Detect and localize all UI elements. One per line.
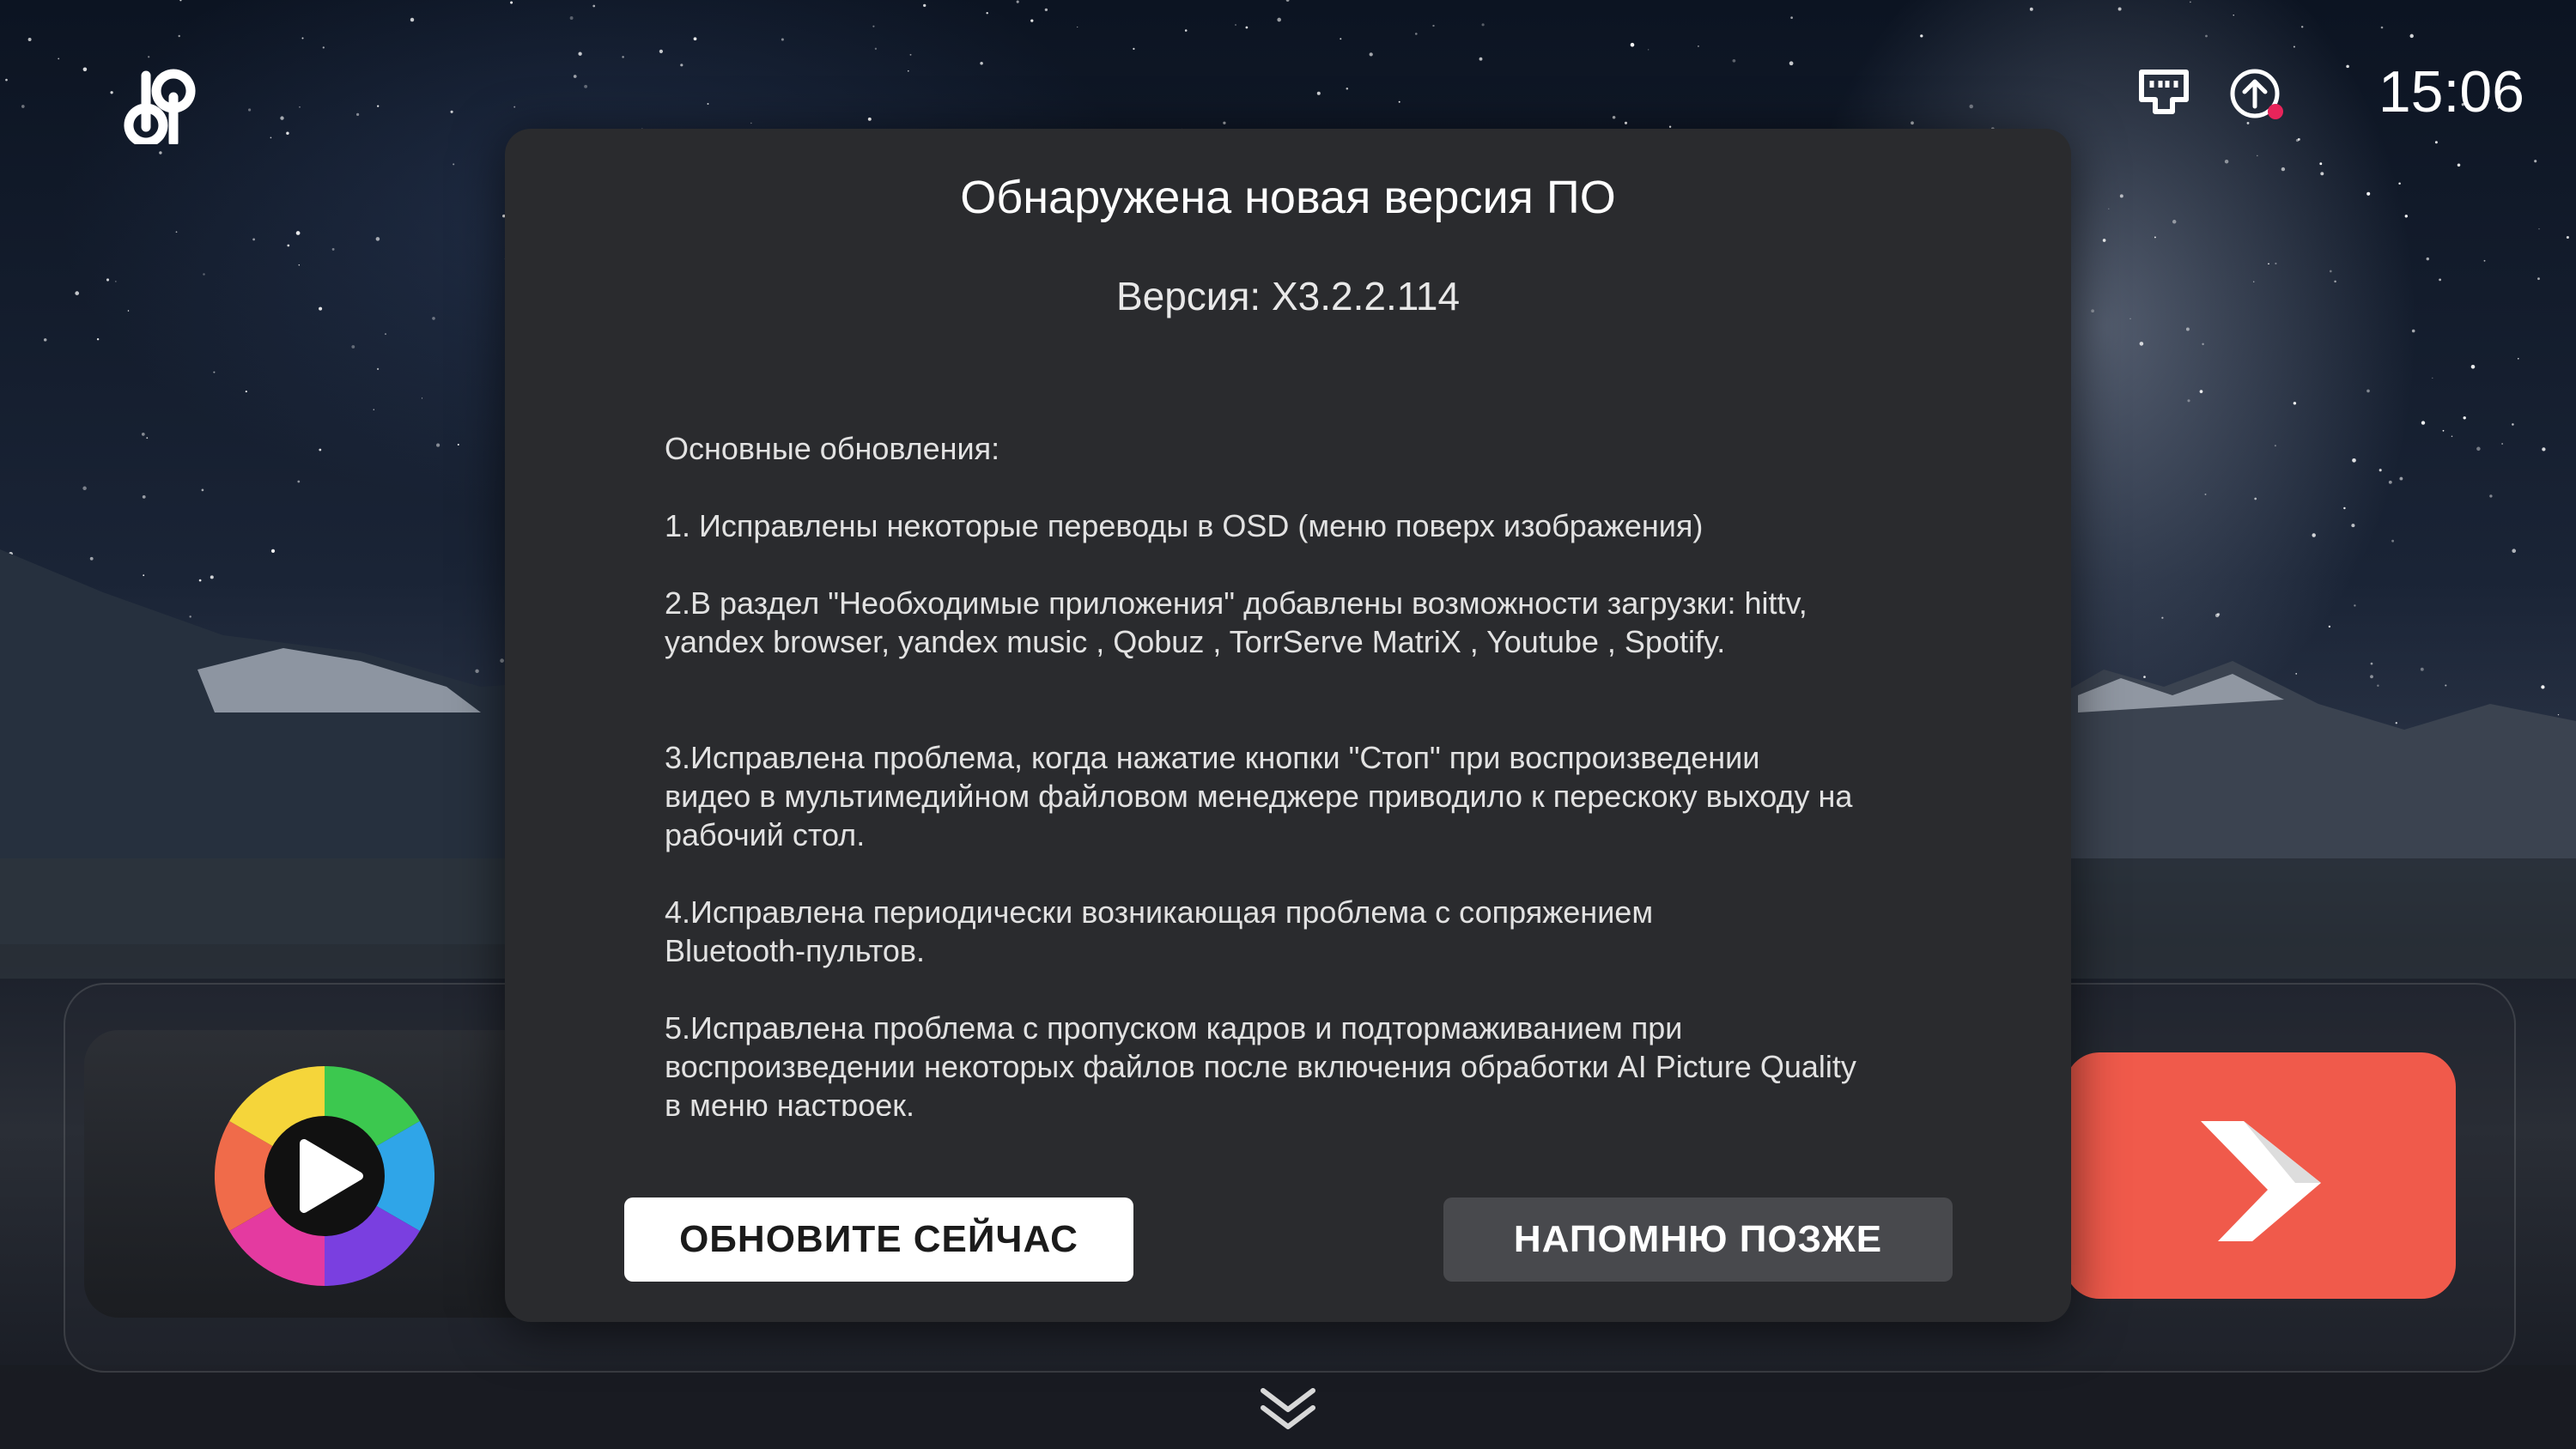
ethernet-icon [2139, 70, 2189, 114]
note-item: 1. Исправлены некоторые переводы в OSD (… [665, 508, 1704, 543]
note-item: 4.Исправлена периодически возникающая пр… [665, 894, 1654, 968]
red-arrow-app-icon [2201, 1121, 2321, 1241]
note-item: 2.В раздел "Необходимые приложения" доба… [665, 585, 1807, 659]
notification-dot [2268, 104, 2283, 119]
red-app-tile[interactable] [2065, 1052, 2456, 1299]
dp-logo-icon [124, 69, 196, 144]
notes-heading: Основные обновления: [665, 431, 1000, 466]
release-notes[interactable]: Основные обновления: 1. Исправлены некот… [665, 429, 1935, 1116]
note-item: 5.Исправлена проблема с пропуском кадров… [665, 1010, 1856, 1116]
update-available-icon[interactable] [2227, 65, 2296, 125]
version-label: Версия: X3.2.2.114 [1115, 274, 1461, 318]
media-player-tile[interactable] [84, 1030, 565, 1318]
media-player-icon [215, 1066, 434, 1286]
note-item: 3.Исправлена проблема, когда нажатие кно… [665, 740, 1853, 852]
remind-later-button[interactable]: НАПОМНЮ ПОЗЖЕ [1443, 1197, 1953, 1282]
update-now-button[interactable]: ОБНОВИТЕ СЕЙЧАС [624, 1197, 1133, 1282]
clock: 15:06 [2378, 59, 2524, 124]
dialog-title: Обнаружена новая версия ПО [960, 172, 1616, 223]
chevron-double-down-icon[interactable] [1258, 1384, 1318, 1435]
